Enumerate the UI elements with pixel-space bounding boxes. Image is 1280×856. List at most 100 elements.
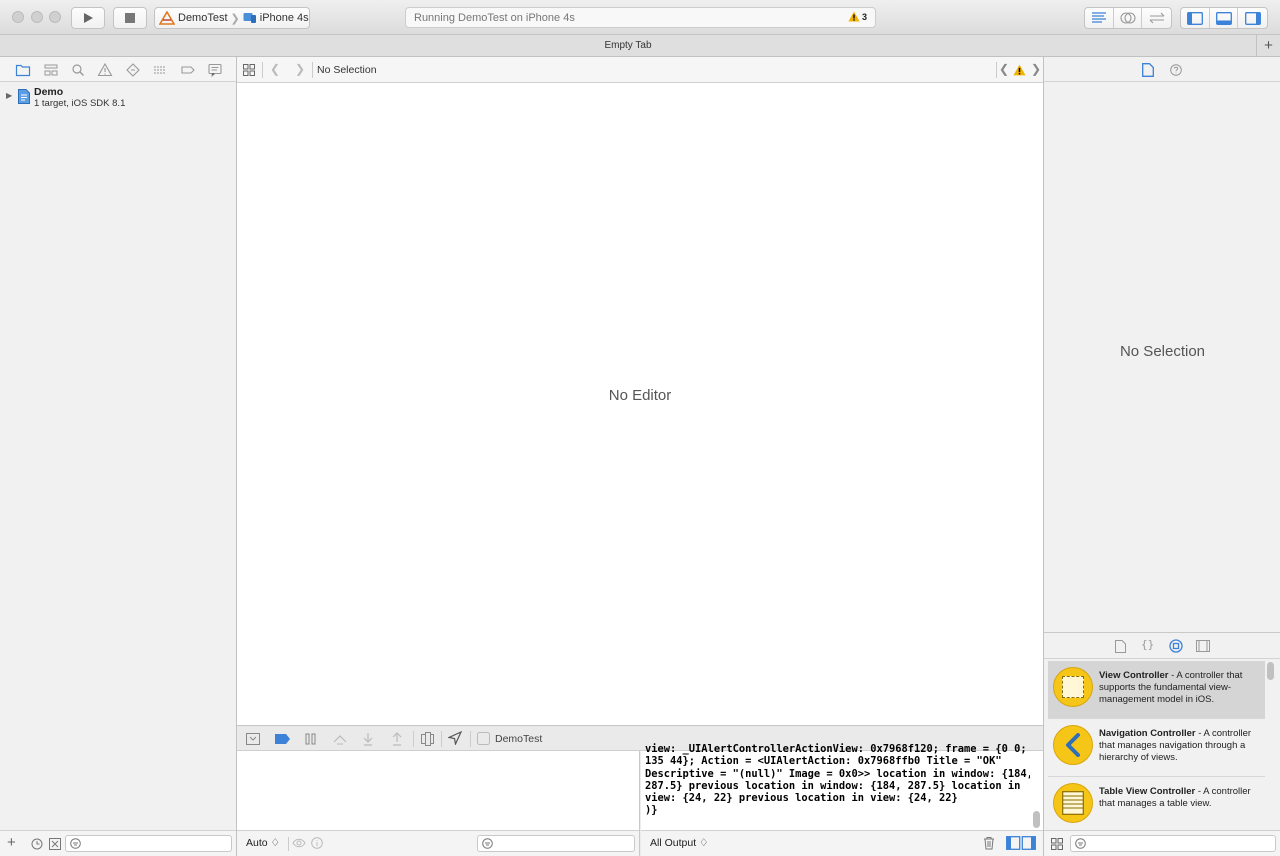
step-out-icon[interactable] [391, 732, 403, 746]
go-forward-chevron-icon[interactable]: ❯ [295, 62, 305, 76]
warning-badge[interactable]: 3 [848, 11, 867, 22]
object-library-icon[interactable] [1169, 639, 1183, 653]
related-items-grid-icon[interactable] [243, 64, 255, 76]
separator [996, 62, 997, 78]
recent-files-clock-icon[interactable] [31, 838, 43, 850]
separator [413, 731, 414, 747]
quick-look-eye-icon[interactable] [292, 838, 306, 848]
version-editor-button[interactable] [1142, 8, 1171, 28]
scheme-device-label[interactable]: iPhone 4s [260, 12, 309, 24]
project-navigator-folder-icon[interactable] [15, 62, 31, 78]
editor-mode-control [1084, 7, 1172, 29]
issue-navigator-warning-icon[interactable] [97, 62, 113, 78]
library-scrollbar[interactable] [1267, 662, 1274, 680]
project-file-icon [18, 89, 30, 104]
separator [470, 731, 471, 747]
library-item-view-controller[interactable]: View Controller - A controller that supp… [1048, 661, 1265, 719]
activity-status-text: Running DemoTest on iPhone 4s [414, 12, 575, 24]
editor-area: ❮ ❯ No Selection ❮ ❯ No Editor [237, 57, 1043, 725]
go-back-chevron-icon[interactable]: ❮ [270, 62, 280, 76]
report-navigator-icon[interactable] [207, 62, 223, 78]
media-library-icon[interactable] [1196, 640, 1210, 652]
info-icon[interactable] [311, 837, 323, 849]
toggle-navigator-button[interactable] [1181, 8, 1210, 28]
trash-icon[interactable] [983, 836, 995, 850]
navigation-controller-icon [1053, 725, 1093, 765]
simulator-icon [243, 13, 256, 23]
library-filter-field[interactable] [1070, 835, 1276, 852]
console-output[interactable]: view: _UIAlertControllerActionView: 0x79… [645, 743, 1030, 821]
split-console-icon[interactable] [1006, 836, 1036, 850]
inspector-no-selection: No Selection [1119, 343, 1206, 360]
file-inspector-icon[interactable] [1142, 63, 1154, 77]
next-issue-chevron-icon[interactable]: ❯ [1031, 62, 1041, 76]
inspector-selector-bar [1044, 57, 1280, 82]
variables-filter-field[interactable] [477, 835, 635, 852]
add-tab-button[interactable]: + [1256, 35, 1280, 56]
view-debugging-icon[interactable] [421, 732, 434, 746]
project-name: Demo [34, 86, 64, 98]
symbol-navigator-icon[interactable] [43, 62, 59, 78]
process-name[interactable]: DemoTest [495, 733, 542, 745]
navigator-footer: + [0, 830, 236, 856]
simulate-location-icon[interactable] [448, 731, 462, 745]
variables-mode-select[interactable]: Auto ♢ [246, 837, 280, 849]
previous-issue-chevron-icon[interactable]: ❮ [999, 62, 1009, 76]
separator [312, 62, 313, 78]
breakpoint-navigator-icon[interactable] [180, 62, 196, 78]
separator [262, 62, 263, 78]
back-chevron-icon [1066, 733, 1080, 757]
pause-icon[interactable] [305, 733, 317, 745]
no-editor-placeholder: No Editor [608, 387, 672, 404]
left-panel-icon [1186, 11, 1203, 25]
jump-bar: ❮ ❯ No Selection ❮ ❯ [237, 57, 1043, 83]
inspector-area: No Selection [1043, 57, 1280, 632]
library-item-title: Navigation Controller [1099, 728, 1196, 739]
debug-navigator-icon[interactable] [152, 62, 168, 78]
console-scrollbar[interactable] [1033, 811, 1040, 828]
xcode-app-icon [159, 11, 175, 25]
issue-warning-icon[interactable] [1013, 64, 1026, 76]
jump-bar-path[interactable]: No Selection [317, 64, 377, 76]
library-item-table-view-controller[interactable]: Table View Controller - A controller tha… [1048, 777, 1265, 835]
tab-empty[interactable]: Empty Tab [0, 40, 1256, 51]
console-view: view: _UIAlertControllerActionView: 0x79… [641, 743, 1043, 856]
run-button[interactable] [71, 7, 105, 29]
scheme-selector[interactable]: DemoTest ❯ iPhone 4s [154, 7, 310, 29]
separator [441, 731, 442, 747]
filter-icon [482, 838, 493, 849]
file-template-library-icon[interactable] [1115, 640, 1126, 653]
standard-editor-button[interactable] [1085, 8, 1114, 28]
scheme-project-label[interactable]: DemoTest [178, 12, 228, 24]
hide-debug-area-icon[interactable] [246, 733, 260, 745]
library-selector-bar: {} [1044, 633, 1280, 659]
grid-view-icon[interactable] [1051, 838, 1063, 850]
code-snippet-library-icon[interactable]: {} [1141, 638, 1154, 651]
breakpoints-toggle-icon[interactable] [275, 734, 290, 744]
find-navigator-search-icon[interactable] [70, 62, 86, 78]
add-file-plus-icon[interactable]: + [7, 834, 16, 851]
toggle-utilities-button[interactable] [1238, 8, 1267, 28]
library-item-title: Table View Controller [1099, 786, 1196, 797]
zoom-window-button[interactable] [49, 11, 61, 23]
toggle-debug-area-button[interactable] [1210, 8, 1239, 28]
console-output-select[interactable]: All Output ♢ [650, 837, 708, 849]
minimize-window-button[interactable] [31, 11, 43, 23]
disclosure-triangle-icon[interactable]: ▶ [6, 91, 12, 100]
console-footer: All Output ♢ [641, 830, 1043, 856]
source-control-filter-icon[interactable] [49, 838, 61, 850]
step-over-icon[interactable] [333, 733, 347, 745]
navigator-filter-field[interactable] [65, 835, 232, 852]
stop-button[interactable] [113, 7, 147, 29]
assistant-editor-icon [1119, 12, 1136, 24]
project-row[interactable]: ▶ Demo 1 target, iOS SDK 8.1 [0, 84, 236, 112]
assistant-editor-button[interactable] [1114, 8, 1143, 28]
project-subtitle: 1 target, iOS SDK 8.1 [34, 98, 126, 109]
variables-view: Auto ♢ [237, 751, 640, 856]
breadcrumb-chevron-icon: ❯ [230, 12, 240, 25]
library-item-navigation-controller[interactable]: Navigation Controller - A controller tha… [1048, 719, 1265, 777]
step-into-icon[interactable] [362, 732, 374, 746]
test-navigator-diamond-icon[interactable] [125, 62, 141, 78]
quick-help-icon[interactable] [1170, 64, 1182, 76]
close-window-button[interactable] [12, 11, 24, 23]
